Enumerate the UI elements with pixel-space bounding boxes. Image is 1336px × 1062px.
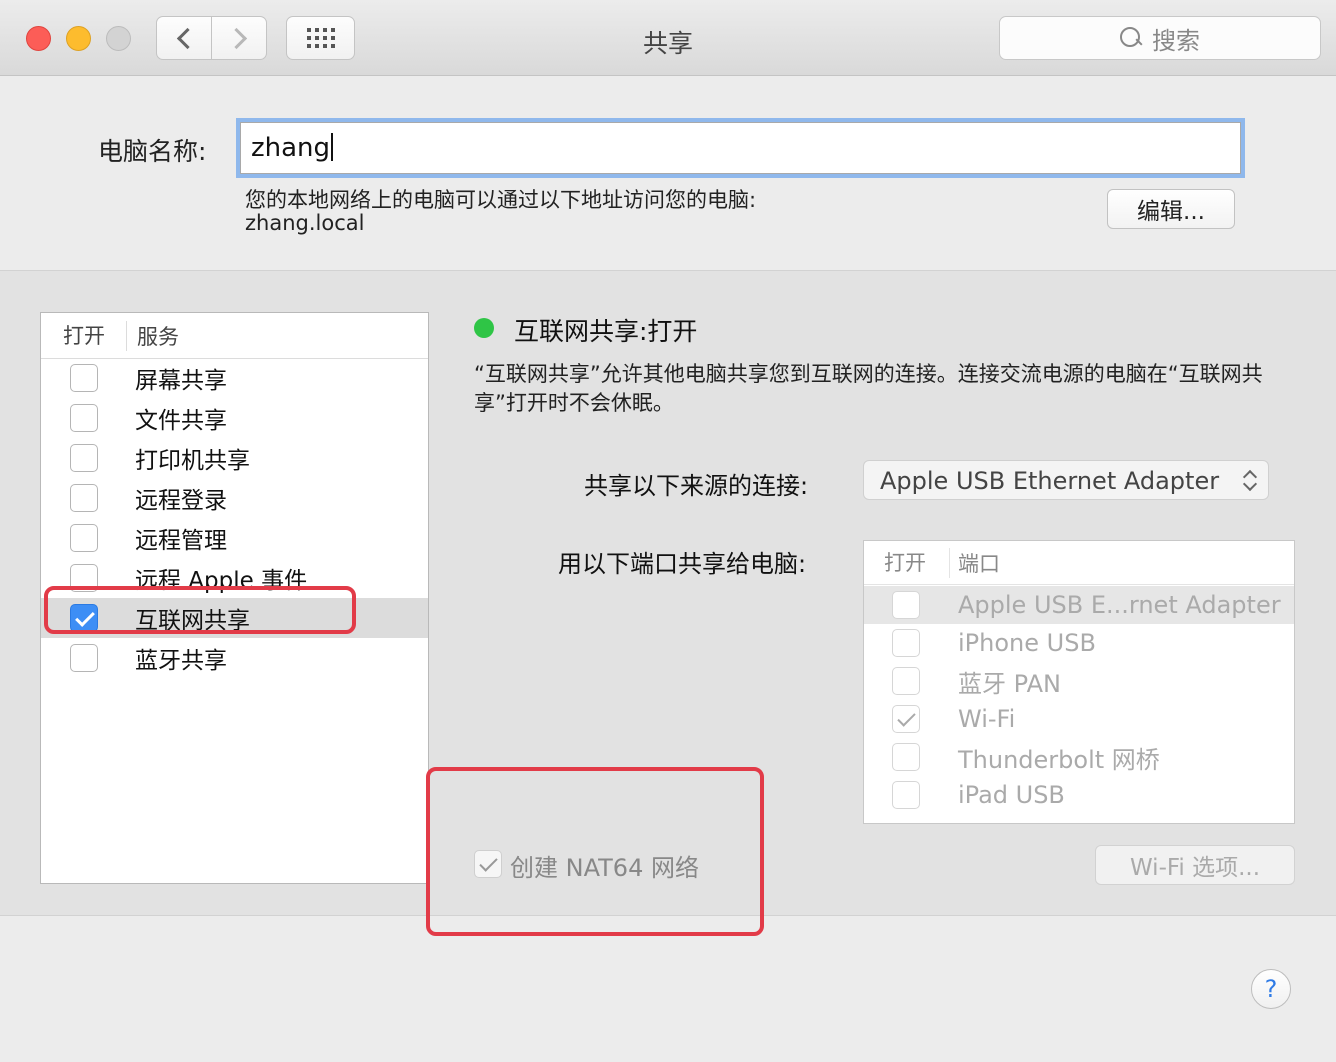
port-label: Wi-Fi xyxy=(958,705,1016,733)
port-label: iPhone USB xyxy=(958,629,1096,657)
port-checkbox-checked[interactable] xyxy=(892,705,920,733)
services-header: 打开 服务 xyxy=(41,313,428,359)
service-checkbox[interactable] xyxy=(70,524,98,552)
service-row-bluetooth-sharing[interactable]: 蓝牙共享 xyxy=(41,638,428,678)
service-row-file-sharing[interactable]: 文件共享 xyxy=(41,398,428,438)
service-row-screen-sharing[interactable]: 屏幕共享 xyxy=(41,358,428,398)
port-checkbox[interactable] xyxy=(892,743,920,771)
service-checkbox[interactable] xyxy=(70,444,98,472)
address-description: 您的本地网络上的电脑可以通过以下地址访问您的电脑: xyxy=(245,188,757,212)
port-row-ipad-usb[interactable]: iPad USB xyxy=(864,776,1294,814)
share-source-select[interactable]: Apple USB Ethernet Adapter xyxy=(863,460,1269,500)
service-row-remote-login[interactable]: 远程登录 xyxy=(41,478,428,518)
port-row-thunderbolt-bridge[interactable]: Thunderbolt 网桥 xyxy=(864,738,1294,776)
port-row-usb-ethernet[interactable]: Apple USB E...rnet Adapter xyxy=(864,586,1294,624)
search-field[interactable]: 搜索 xyxy=(999,16,1321,60)
ports-header-on[interactable]: 打开 xyxy=(864,547,950,578)
window-titlebar: 共享 搜索 xyxy=(0,0,1336,76)
annotation-highlight-internet-sharing xyxy=(44,586,356,634)
service-label: 文件共享 xyxy=(135,408,227,434)
port-label: 蓝牙 PAN xyxy=(958,669,1061,698)
service-checkbox[interactable] xyxy=(70,364,98,392)
help-button[interactable]: ? xyxy=(1251,969,1291,1009)
service-description: “互联网共享”允许其他电脑共享您到互联网的连接。连接交流电源的电脑在“互联网共享… xyxy=(474,362,1263,415)
local-address: zhang.local xyxy=(245,211,365,235)
ports-header-port[interactable]: 端口 xyxy=(950,548,1000,578)
port-row-bluetooth-pan[interactable]: 蓝牙 PAN xyxy=(864,662,1294,700)
annotation-highlight-nat64 xyxy=(426,767,764,936)
service-label: 远程管理 xyxy=(135,528,227,554)
status-indicator-icon xyxy=(474,318,494,338)
port-checkbox[interactable] xyxy=(892,629,920,657)
port-label: iPad USB xyxy=(958,781,1065,809)
up-down-arrows-icon xyxy=(1244,469,1256,493)
service-label: 打印机共享 xyxy=(135,448,250,474)
port-checkbox[interactable] xyxy=(892,667,920,695)
text-caret xyxy=(331,133,334,161)
share-source-label: 共享以下来源的连接: xyxy=(584,472,809,500)
port-label: Apple USB E...rnet Adapter xyxy=(958,591,1281,619)
service-label: 远程登录 xyxy=(135,488,227,514)
ports-header: 打开 端口 xyxy=(864,541,1294,585)
service-checkbox[interactable] xyxy=(70,644,98,672)
port-row-wifi[interactable]: Wi-Fi xyxy=(864,700,1294,738)
computer-name-input[interactable]: zhang xyxy=(240,122,1241,174)
ports-label: 用以下端口共享给电脑: xyxy=(558,550,807,578)
port-checkbox[interactable] xyxy=(892,591,920,619)
header-service[interactable]: 服务 xyxy=(127,321,179,351)
ports-list[interactable]: 打开 端口 Apple USB E...rnet Adapter iPhone … xyxy=(863,540,1295,824)
service-label: 屏幕共享 xyxy=(135,368,227,394)
port-row-iphone-usb[interactable]: iPhone USB xyxy=(864,624,1294,662)
service-checkbox[interactable] xyxy=(70,404,98,432)
share-source-value: Apple USB Ethernet Adapter xyxy=(880,467,1220,495)
search-placeholder: 搜索 xyxy=(1152,26,1200,55)
port-checkbox[interactable] xyxy=(892,781,920,809)
computer-name-label: 电脑名称: xyxy=(98,137,207,166)
port-label: Thunderbolt 网桥 xyxy=(958,745,1160,774)
header-on[interactable]: 打开 xyxy=(41,320,127,351)
wifi-options-button[interactable]: Wi-Fi 选项... xyxy=(1095,845,1295,885)
service-status: 互联网共享:打开 xyxy=(514,317,698,346)
service-row-printer-sharing[interactable]: 打印机共享 xyxy=(41,438,428,478)
service-checkbox[interactable] xyxy=(70,484,98,512)
service-label: 蓝牙共享 xyxy=(135,648,227,674)
edit-button[interactable]: 编辑... xyxy=(1107,189,1235,229)
search-icon xyxy=(1120,27,1142,49)
computer-name-value: zhang xyxy=(251,133,331,163)
service-row-remote-management[interactable]: 远程管理 xyxy=(41,518,428,558)
